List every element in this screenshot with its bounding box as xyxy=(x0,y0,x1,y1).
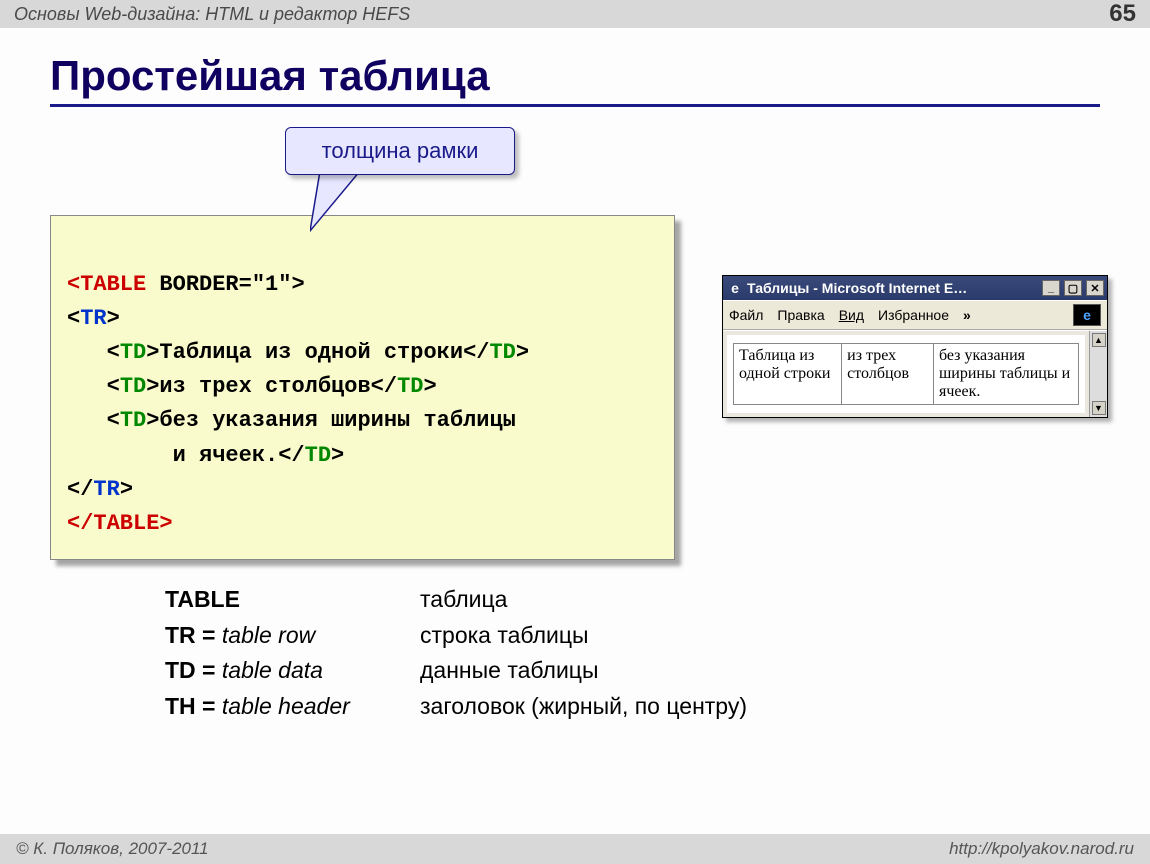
glossary-def: заголовок (жирный, по центру) xyxy=(420,689,747,725)
footer-copyright: © К. Поляков, 2007-2011 xyxy=(16,839,209,859)
example-table: Таблица из одной строки из трех столбцов… xyxy=(733,343,1079,405)
code-text: < xyxy=(67,374,120,399)
glossary-term: TABLE xyxy=(165,586,240,612)
menu-file[interactable]: Файл xyxy=(729,307,763,323)
code-text: < xyxy=(67,340,120,365)
code-text: и ячеек. xyxy=(67,443,278,468)
close-button[interactable]: ✕ xyxy=(1086,280,1104,296)
code-text: > xyxy=(146,340,159,365)
code-text: TD xyxy=(489,340,515,365)
code-text: > xyxy=(331,443,344,468)
header-title: Основы Web-дизайна: HTML и редактор HEFS xyxy=(14,4,410,25)
code-text: > xyxy=(146,374,159,399)
glossary-term: TH xyxy=(165,693,196,719)
glossary-term: TR xyxy=(165,622,196,648)
code-text: > xyxy=(423,374,436,399)
table-row: Таблица из одной строки из трех столбцов… xyxy=(734,344,1079,405)
code-text: <TABLE xyxy=(67,272,146,297)
header-bar: Основы Web-дизайна: HTML и редактор HEFS… xyxy=(0,0,1150,28)
code-text: </ xyxy=(371,374,397,399)
code-text: TR xyxy=(80,306,106,331)
footer-url: http://kpolyakov.narod.ru xyxy=(949,839,1134,859)
table-cell: Таблица из одной строки xyxy=(734,344,842,405)
menu-view[interactable]: Вид xyxy=(839,307,864,323)
code-text: > xyxy=(120,477,133,502)
browser-preview-window: e Таблицы - Microsoft Internet E… _ ▢ ✕ … xyxy=(722,275,1108,418)
code-text: < xyxy=(67,408,120,433)
browser-title: Таблицы - Microsoft Internet E… xyxy=(747,280,1038,296)
table-cell: из трех столбцов xyxy=(842,344,934,405)
code-text: TD xyxy=(120,408,146,433)
code-text: > xyxy=(107,306,120,331)
maximize-button[interactable]: ▢ xyxy=(1064,280,1082,296)
code-text: TR xyxy=(93,477,119,502)
code-text: из трех столбцов xyxy=(159,374,370,399)
glossary-def: строка таблицы xyxy=(420,618,589,654)
code-text: Таблица из одной строки xyxy=(159,340,463,365)
code-text: TD xyxy=(397,374,423,399)
code-text: BORDER="1"> xyxy=(146,272,304,297)
scroll-down-icon[interactable]: ▼ xyxy=(1092,401,1106,415)
menu-favorites[interactable]: Избранное xyxy=(878,307,949,323)
code-text: </ xyxy=(278,443,304,468)
ie-throbber-icon: e xyxy=(1073,304,1101,326)
browser-titlebar: e Таблицы - Microsoft Internet E… _ ▢ ✕ xyxy=(723,276,1107,300)
glossary-row: TR = table row строка таблицы xyxy=(165,618,747,654)
glossary-row: TH = table header заголовок (жирный, по … xyxy=(165,689,747,725)
glossary-term: TD xyxy=(165,657,196,683)
scrollbar[interactable]: ▲ ▼ xyxy=(1089,331,1107,417)
glossary-def: таблица xyxy=(420,582,507,618)
code-text: > xyxy=(516,340,529,365)
code-text: > xyxy=(146,408,159,433)
code-text: TD xyxy=(120,340,146,365)
ie-logo-icon: e xyxy=(727,280,743,296)
code-text: без указания ширины таблицы xyxy=(159,408,515,433)
glossary-row: TABLE таблица xyxy=(165,582,747,618)
code-text: TD xyxy=(305,443,331,468)
glossary-row: TD = table data данные таблицы xyxy=(165,653,747,689)
minimize-button[interactable]: _ xyxy=(1042,280,1060,296)
code-text: TD xyxy=(120,374,146,399)
table-cell: без указания ширины таблицы и ячеек. xyxy=(933,344,1078,405)
code-text: </TABLE> xyxy=(67,511,173,536)
menu-edit[interactable]: Правка xyxy=(777,307,824,323)
glossary: TABLE таблица TR = table row строка табл… xyxy=(165,582,747,725)
page-number: 65 xyxy=(1109,0,1136,28)
code-block: <TABLE BORDER="1"> <TR> <TD>Таблица из о… xyxy=(50,215,675,560)
scroll-up-icon[interactable]: ▲ xyxy=(1092,333,1106,347)
title-underline xyxy=(50,104,1100,107)
callout-pointer-icon xyxy=(310,171,370,235)
code-text: < xyxy=(67,306,80,331)
browser-page: Таблица из одной строки из трех столбцов… xyxy=(727,335,1085,413)
code-text: </ xyxy=(463,340,489,365)
browser-menubar: Файл Правка Вид Избранное » e xyxy=(723,300,1107,330)
slide-title: Простейшая таблица xyxy=(0,28,1150,104)
menu-more-icon[interactable]: » xyxy=(963,307,971,323)
footer-bar: © К. Поляков, 2007-2011 http://kpolyakov… xyxy=(0,834,1150,864)
browser-body: Таблица из одной строки из трех столбцов… xyxy=(723,330,1107,417)
callout-border-width: толщина рамки xyxy=(285,127,515,175)
glossary-def: данные таблицы xyxy=(420,653,599,689)
code-text: </ xyxy=(67,477,93,502)
